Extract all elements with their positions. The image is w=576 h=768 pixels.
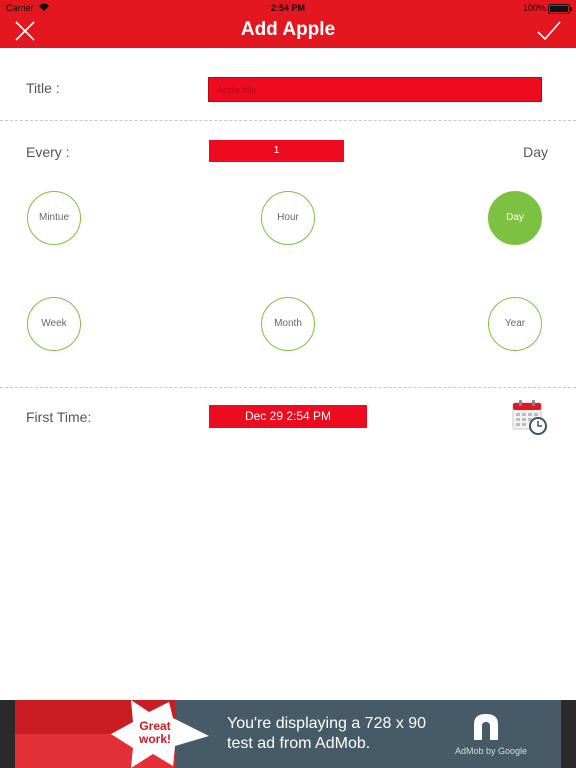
ad-badge-text: Great work! [138, 719, 171, 746]
ad-text: You're displaying a 728 x 90 test ad fro… [227, 715, 427, 752]
divider [0, 120, 576, 121]
ad-banner: Great work! You're displaying a 728 x 90… [0, 700, 576, 768]
unit-week-button[interactable]: Week [27, 297, 81, 351]
admob-logo-icon [474, 714, 498, 740]
unit-minute-button[interactable]: Mintue [27, 191, 81, 245]
first-time-field[interactable]: Dec 29 2:54 PM [209, 405, 367, 428]
unit-day-button[interactable]: Day [488, 191, 542, 245]
unit-month-button[interactable]: Month [261, 297, 315, 351]
every-label: Every : [26, 144, 70, 160]
battery-percent: 100% [522, 3, 546, 13]
page-title: Add Apple [240, 19, 336, 40]
divider [0, 387, 576, 388]
title-label: Title : [26, 80, 60, 96]
every-value-field[interactable]: 1 [209, 140, 344, 162]
selected-unit-label: Day [523, 144, 548, 160]
ad-brand-label: AdMob by Google [455, 746, 528, 756]
calendar-clock-icon[interactable] [511, 398, 549, 436]
battery-icon [548, 4, 572, 14]
title-input[interactable] [208, 77, 542, 102]
status-bar: Carrier 2:54 PM 100% [0, 0, 576, 16]
done-button[interactable] [536, 18, 562, 44]
navigation-bar: Carrier 2:54 PM 100% Add Apple [0, 0, 576, 48]
status-time: 2:54 PM [270, 3, 305, 13]
ad-banner-content[interactable]: Great work! You're displaying a 728 x 90… [15, 700, 561, 768]
first-time-label: First Time: [26, 409, 92, 425]
unit-year-button[interactable]: Year [488, 297, 542, 351]
unit-hour-button[interactable]: Hour [261, 191, 315, 245]
checkmark-icon [537, 21, 561, 41]
